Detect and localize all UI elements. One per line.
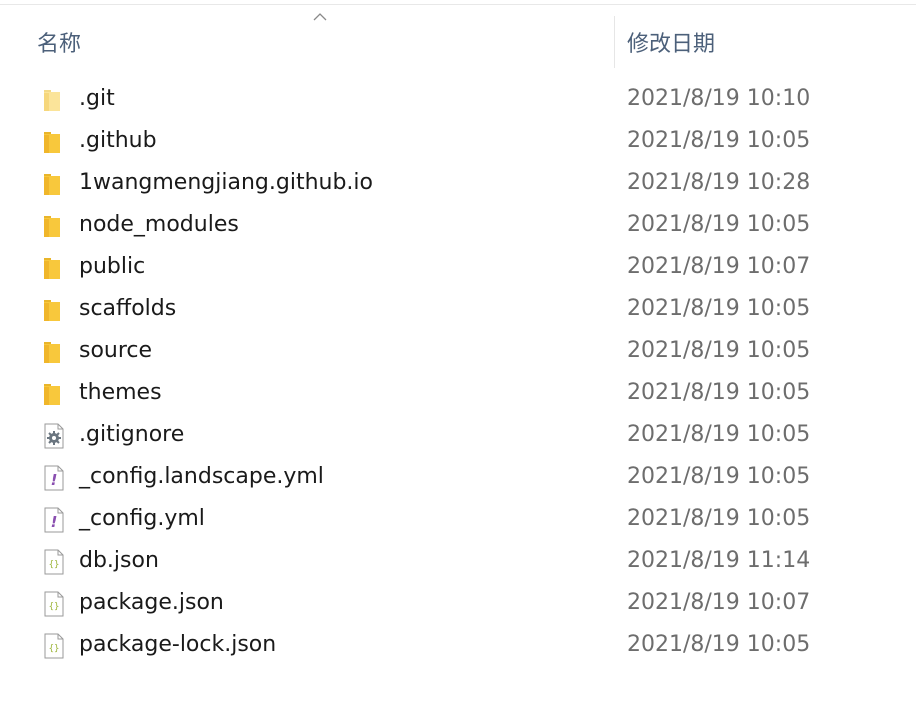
- file-name[interactable]: .git: [79, 86, 115, 111]
- file-modified-date: 2021/8/19 10:10: [627, 86, 811, 111]
- folder-icon: [42, 213, 66, 239]
- file-name[interactable]: public: [79, 254, 145, 279]
- file-name[interactable]: .gitignore: [79, 422, 184, 447]
- file-modified-date: 2021/8/19 10:05: [627, 212, 811, 237]
- file-modified-date: 2021/8/19 10:05: [627, 380, 811, 405]
- file-name[interactable]: _config.yml: [79, 506, 205, 531]
- file-row[interactable]: themes 2021/8/19 10:05: [0, 373, 916, 415]
- file-modified-date: 2021/8/19 10:05: [627, 422, 811, 447]
- file-row[interactable]: public 2021/8/19 10:07: [0, 247, 916, 289]
- file-row[interactable]: source 2021/8/19 10:05: [0, 331, 916, 373]
- file-row[interactable]: {} package.json 2021/8/19 10:07: [0, 583, 916, 625]
- json-file-icon: {}: [42, 591, 66, 617]
- file-modified-date: 2021/8/19 11:14: [627, 548, 811, 573]
- svg-text:{}: {}: [49, 602, 60, 612]
- file-row[interactable]: .gitignore 2021/8/19 10:05: [0, 415, 916, 457]
- file-name[interactable]: package.json: [79, 590, 224, 615]
- folder-icon: [42, 381, 66, 407]
- svg-text:!: !: [51, 513, 58, 531]
- file-row[interactable]: 1wangmengjiang.github.io 2021/8/19 10:28: [0, 163, 916, 205]
- file-name[interactable]: .github: [79, 128, 157, 153]
- gear-file-icon: [42, 423, 66, 449]
- file-modified-date: 2021/8/19 10:05: [627, 506, 811, 531]
- file-row[interactable]: node_modules 2021/8/19 10:05: [0, 205, 916, 247]
- file-row[interactable]: {} package-lock.json 2021/8/19 10:05: [0, 625, 916, 667]
- file-modified-date: 2021/8/19 10:07: [627, 590, 811, 615]
- file-row[interactable]: ! _config.yml 2021/8/19 10:05: [0, 499, 916, 541]
- json-file-icon: {}: [42, 633, 66, 659]
- file-modified-date: 2021/8/19 10:05: [627, 632, 811, 657]
- file-name[interactable]: _config.landscape.yml: [79, 464, 324, 489]
- file-modified-date: 2021/8/19 10:05: [627, 128, 811, 153]
- folder-icon: [42, 339, 66, 365]
- file-row[interactable]: ! _config.landscape.yml 2021/8/19 10:05: [0, 457, 916, 499]
- yml-file-icon: !: [42, 507, 66, 533]
- file-modified-date: 2021/8/19 10:07: [627, 254, 811, 279]
- file-list: .git 2021/8/19 10:10 .github 2021/8/19 10:0…: [0, 79, 916, 667]
- top-border: [0, 4, 916, 5]
- folder-icon: [42, 129, 66, 155]
- file-row[interactable]: .github 2021/8/19 10:05: [0, 121, 916, 163]
- file-modified-date: 2021/8/19 10:05: [627, 338, 811, 363]
- column-date-header[interactable]: 修改日期: [627, 26, 715, 58]
- folder-icon: [42, 255, 66, 281]
- folder-icon: [42, 87, 66, 113]
- file-row[interactable]: scaffolds 2021/8/19 10:05: [0, 289, 916, 331]
- file-modified-date: 2021/8/19 10:05: [627, 464, 811, 489]
- column-divider[interactable]: [614, 16, 615, 68]
- file-name[interactable]: package-lock.json: [79, 632, 276, 657]
- folder-icon: [42, 171, 66, 197]
- column-name-header[interactable]: 名称: [37, 26, 81, 58]
- json-file-icon: {}: [42, 549, 66, 575]
- file-name[interactable]: themes: [79, 380, 162, 405]
- file-modified-date: 2021/8/19 10:05: [627, 296, 811, 321]
- yml-file-icon: !: [42, 465, 66, 491]
- svg-text:{}: {}: [49, 560, 60, 570]
- file-name[interactable]: 1wangmengjiang.github.io: [79, 170, 373, 195]
- file-name[interactable]: scaffolds: [79, 296, 176, 321]
- file-name[interactable]: node_modules: [79, 212, 239, 237]
- file-name[interactable]: db.json: [79, 548, 159, 573]
- column-header: 名称 修改日期: [0, 14, 916, 68]
- file-modified-date: 2021/8/19 10:28: [627, 170, 811, 195]
- svg-text:{}: {}: [49, 644, 60, 654]
- svg-text:!: !: [51, 471, 58, 489]
- file-name[interactable]: source: [79, 338, 152, 363]
- file-row[interactable]: .git 2021/8/19 10:10: [0, 79, 916, 121]
- file-row[interactable]: {} db.json 2021/8/19 11:14: [0, 541, 916, 583]
- folder-icon: [42, 297, 66, 323]
